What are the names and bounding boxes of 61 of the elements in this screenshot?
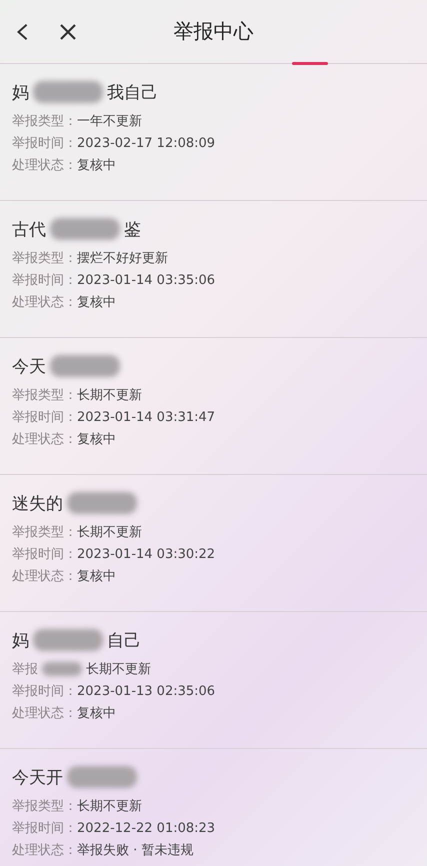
field-value: 长期不更新 bbox=[86, 661, 151, 678]
field-label: 举报类型： bbox=[12, 524, 77, 541]
report-card[interactable]: 妈 我自己 举报类型：一年不更新 举报时间：2023-02-17 12:08:09 处理状态：复核中 bbox=[0, 64, 427, 201]
blur-patch bbox=[50, 355, 120, 377]
field-label: 处理状态： bbox=[12, 705, 77, 722]
field-label: 举报时间： bbox=[12, 820, 77, 837]
report-title: 我自己 bbox=[107, 82, 158, 104]
field-label: 举报时间： bbox=[12, 272, 77, 289]
blur-patch bbox=[42, 662, 82, 676]
field-label: 处理状态： bbox=[12, 568, 77, 585]
field-label: 处理状态： bbox=[12, 842, 77, 859]
field-label: 举报类型： bbox=[12, 250, 77, 267]
page-title: 举报中心 bbox=[174, 18, 254, 45]
field-value: 2022-12-22 01:08:23 bbox=[77, 820, 216, 836]
field-label: 举报时间： bbox=[12, 135, 77, 152]
field-label: 举报类型： bbox=[12, 113, 77, 130]
report-title: 自己 bbox=[107, 630, 141, 652]
field-value: 一年不更新 bbox=[77, 113, 142, 130]
field-label: 举报时间： bbox=[12, 546, 77, 563]
field-label: 举报时间： bbox=[12, 409, 77, 426]
field-label: 处理状态： bbox=[12, 294, 77, 311]
blur-patch bbox=[33, 629, 103, 651]
field-label: 举报时间： bbox=[12, 683, 77, 700]
field-value: 2023-01-13 02:35:06 bbox=[77, 684, 216, 698]
field-value: 复核中 bbox=[77, 157, 116, 174]
report-card[interactable]: 古代 鉴 举报类型：摆烂不好好更新 举报时间：2023-01-14 03:35:06 处理状态：复核中 bbox=[0, 201, 427, 338]
field-value: 2023-02-17 12:08:09 bbox=[77, 136, 216, 150]
blur-patch bbox=[67, 492, 137, 514]
field-value: 2023-01-14 03:35:06 bbox=[77, 272, 216, 288]
report-card[interactable]: 今天开 举报类型：长期不更新 举报时间：2022-12-22 01:08:23 处理状态：举报失败 · 暂未违规 bbox=[0, 749, 427, 866]
blur-patch bbox=[67, 766, 137, 788]
blur-patch bbox=[33, 81, 103, 103]
field-label: 处理状态： bbox=[12, 431, 77, 448]
field-value: 复核中 bbox=[77, 294, 116, 311]
close-icon[interactable] bbox=[58, 22, 78, 42]
field-value: 长期不更新 bbox=[77, 798, 142, 815]
field-value: 2023-01-14 03:30:22 bbox=[77, 546, 216, 562]
field-label: 处理状态： bbox=[12, 157, 77, 174]
field-value: 长期不更新 bbox=[77, 524, 142, 541]
tab-indicator bbox=[292, 62, 328, 65]
report-title: 鉴 bbox=[124, 218, 141, 240]
field-value: 摆烂不好好更新 bbox=[77, 250, 168, 267]
field-label: 举报 bbox=[12, 661, 38, 678]
report-card[interactable]: 妈 自己 举报 长期不更新 举报时间：2023-01-13 02:35:06 处理状态：复核中 bbox=[0, 612, 427, 749]
report-title: 今天开 bbox=[12, 766, 63, 788]
field-value: 2023-01-14 03:31:47 bbox=[77, 410, 216, 424]
report-card[interactable]: 迷失的 举报类型：长期不更新 举报时间：2023-01-14 03:30:22 处理状态：复核中 bbox=[0, 475, 427, 612]
field-value: 举报失败 · 暂未违规 bbox=[77, 842, 194, 859]
field-label: 举报类型： bbox=[12, 798, 77, 815]
blur-patch bbox=[50, 218, 120, 240]
report-card[interactable]: 今天 举报类型：长期不更新 举报时间：2023-01-14 03:31:47 处理状态：复核中 bbox=[0, 338, 427, 475]
report-title: 妈 bbox=[12, 82, 29, 104]
report-title: 古代 bbox=[12, 218, 46, 240]
field-value: 复核中 bbox=[77, 431, 116, 448]
report-title: 迷失的 bbox=[12, 492, 63, 514]
field-value: 复核中 bbox=[77, 705, 116, 722]
field-label: 举报类型： bbox=[12, 387, 77, 404]
report-title: 妈 bbox=[12, 630, 29, 652]
field-value: 长期不更新 bbox=[77, 387, 142, 404]
field-value: 复核中 bbox=[77, 568, 116, 585]
report-title: 今天 bbox=[12, 356, 46, 378]
